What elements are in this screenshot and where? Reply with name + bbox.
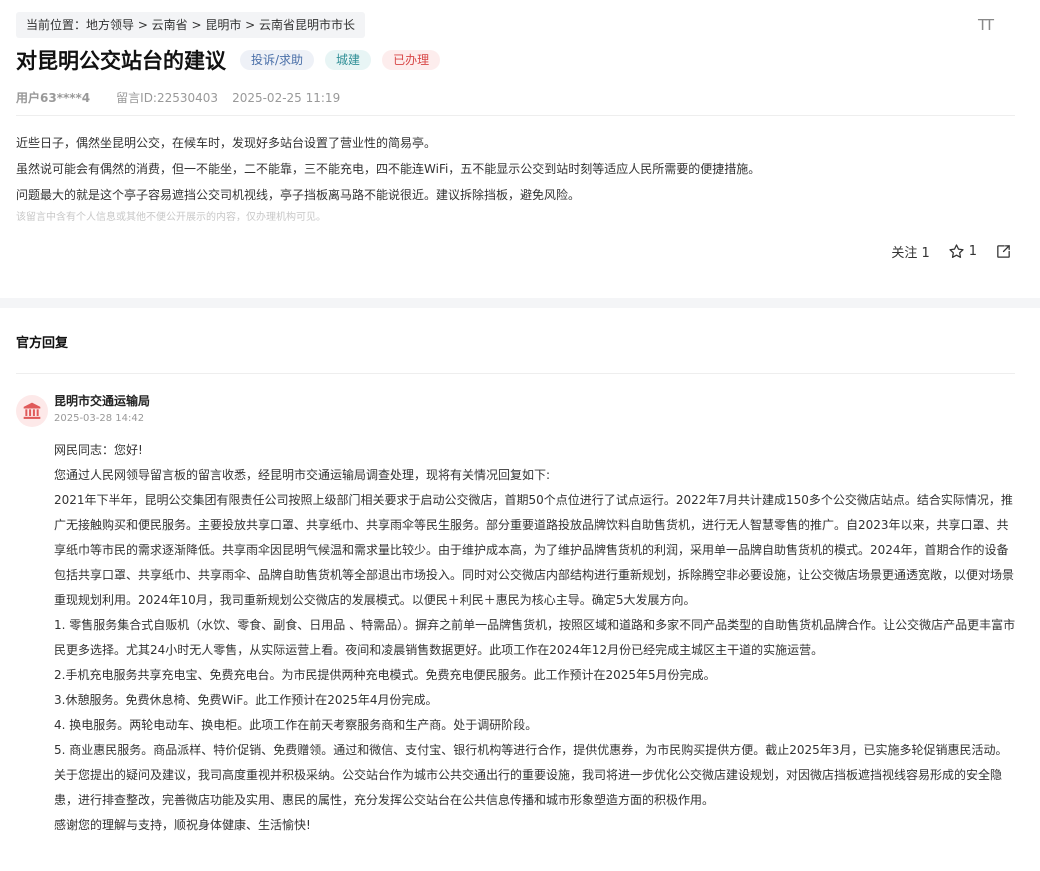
status-badge: 已办理 <box>382 50 441 70</box>
message-datetime: 2025-02-25 11:19 <box>232 91 341 105</box>
follow-button[interactable]: 关注 1 <box>891 242 929 261</box>
star-icon <box>949 244 964 258</box>
font-size-toggle-icon[interactable]: TT <box>978 16 994 34</box>
message-section: 当前位置：地方领导 > 云南省 > 昆明市 > 云南省昆明市市长 TT 对昆明公… <box>0 0 1040 298</box>
favorite-count: 1 <box>968 244 977 259</box>
privacy-notice: 该留言中含有个人信息或其他不便公开展示的内容，仅办理机构可见。 <box>16 212 326 223</box>
user-name: 用户63****4 <box>16 91 91 105</box>
content-line: 虽然说可能会有偶然的消费，但一不能坐，二不能靠，三不能充电，四不能连WiFi，五… <box>16 162 761 176</box>
message-actions: 关注 1 1 <box>873 242 1016 261</box>
government-building-icon <box>16 395 48 427</box>
message-meta: 用户63****4 留言ID:22530403 2025-02-25 11:19 <box>16 90 1016 106</box>
share-button[interactable] <box>995 243 1016 260</box>
divider <box>16 373 1015 374</box>
official-reply-section: 官方回复 昆明市交通运输局 2025-03-28 14:42 网民同志：您好! … <box>0 335 1040 838</box>
message-id: 留言ID:22530403 <box>116 91 219 105</box>
divider <box>16 115 1015 116</box>
content-line: 问题最大的就是这个亭子容易遮挡公交司机视线，亭子挡板离马路不能说很近。建议拆除挡… <box>16 188 581 202</box>
page-title: 对昆明公交站台的建议 <box>16 49 226 73</box>
reply-date: 2025-03-28 14:42 <box>54 413 145 424</box>
reply-heading: 官方回复 <box>16 336 69 351</box>
tag-category: 投诉/求助 <box>240 50 315 70</box>
favorite-button[interactable]: 1 <box>948 243 977 260</box>
share-icon <box>997 245 1010 258</box>
reply-org: 昆明市交通运输局 2025-03-28 14:42 <box>16 393 1016 427</box>
message-content: 近些日子，偶然坐昆明公交，在候车时，发现好多站台设置了营业性的简易亭。 虽然说可… <box>16 130 1016 208</box>
org-name: 昆明市交通运输局 <box>54 394 151 408</box>
section-separator <box>0 298 1040 308</box>
content-line: 近些日子，偶然坐昆明公交，在候车时，发现好多站台设置了营业性的简易亭。 <box>16 136 437 150</box>
breadcrumb: 当前位置：地方领导 > 云南省 > 昆明市 > 云南省昆明市市长 <box>16 12 366 38</box>
title-row: 对昆明公交站台的建议 投诉/求助 城建 已办理 <box>16 45 1016 75</box>
reply-body: 网民同志：您好! 您通过人民网领导留言板的留言收悉，经昆明市交通运输局调查处理，… <box>54 443 1016 832</box>
tag-domain: 城建 <box>325 50 372 70</box>
